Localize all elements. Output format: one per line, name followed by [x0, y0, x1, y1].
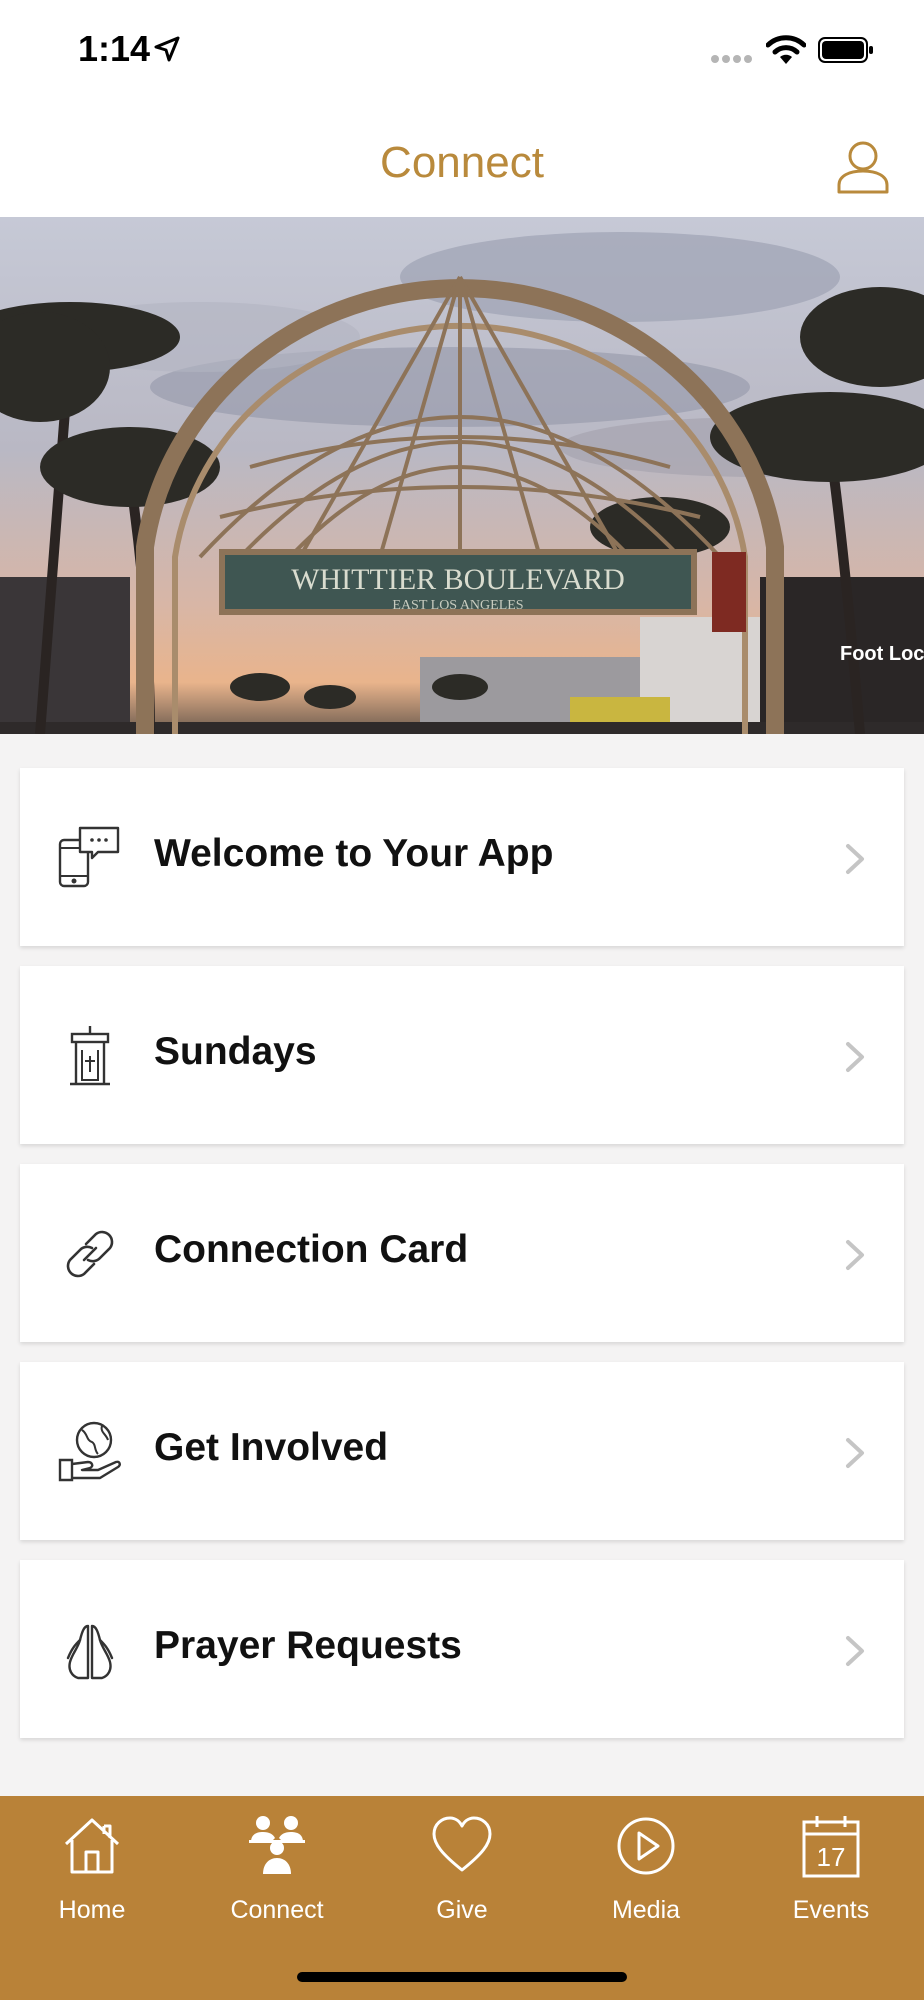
- menu-item-label: Connection Card: [154, 1228, 469, 1271]
- tab-label: Media: [611, 1896, 681, 1924]
- chevron-right-icon: [846, 1438, 864, 1468]
- chevron-right-icon: [846, 1636, 864, 1666]
- people-icon: [249, 1816, 305, 1874]
- home-icon: [64, 1818, 120, 1874]
- hero-sign-subtext: EAST LOS ANGELES: [392, 598, 523, 613]
- status-bar: 1:14: [0, 0, 924, 100]
- menu-item-label: Get Involved: [154, 1426, 389, 1469]
- pulpit-icon: [70, 1026, 110, 1086]
- tab-label: Home: [58, 1896, 126, 1924]
- menu-item-welcome[interactable]: Welcome to Your App: [20, 768, 904, 946]
- menu-item-label: Sundays: [154, 1030, 317, 1073]
- chevron-right-icon: [846, 1240, 864, 1270]
- page-title: Connect: [380, 138, 544, 187]
- heart-icon: [432, 1816, 492, 1872]
- location-arrow-icon: [154, 36, 180, 62]
- tab-label: Give: [436, 1896, 488, 1924]
- link-icon: [66, 1230, 114, 1278]
- menu-item-sundays[interactable]: Sundays: [20, 966, 904, 1144]
- chevron-right-icon: [846, 1042, 864, 1072]
- tab-home[interactable]: Home: [0, 1796, 184, 1936]
- tab-give[interactable]: Give: [370, 1796, 554, 1936]
- tab-label: Events: [792, 1896, 870, 1924]
- hero-image: WHITTIER BOULEVARD EAST LOS ANGELES Foot…: [0, 217, 924, 734]
- menu-item-connection-card[interactable]: Connection Card: [20, 1164, 904, 1342]
- praying-hands-icon: [66, 1624, 114, 1680]
- cellular-signal-icon: [711, 55, 752, 63]
- nav-header: Connect: [0, 100, 924, 217]
- hero-store-text: Foot Locke: [840, 643, 924, 665]
- phone-chat-icon: [58, 826, 120, 888]
- menu-item-label: Prayer Requests: [154, 1624, 462, 1667]
- menu-item-get-involved[interactable]: Get Involved: [20, 1362, 904, 1540]
- calendar-icon: 17: [802, 1816, 860, 1878]
- profile-icon[interactable]: [836, 138, 890, 194]
- calendar-day: 17: [817, 1842, 846, 1872]
- battery-icon: [818, 37, 873, 63]
- status-time: 1:14: [78, 28, 151, 69]
- tab-label: Connect: [230, 1896, 324, 1924]
- tab-connect[interactable]: Connect: [185, 1796, 369, 1936]
- hero-sign-text: WHITTIER BOULEVARD: [291, 563, 625, 596]
- tab-bar: Home Connect Give Media 17 Events: [0, 1796, 924, 2000]
- play-icon: [617, 1817, 675, 1875]
- home-indicator: [297, 1972, 627, 1982]
- menu-item-prayer-requests[interactable]: Prayer Requests: [20, 1560, 904, 1738]
- menu-item-label: Welcome to Your App: [154, 832, 554, 875]
- tab-events[interactable]: 17 Events: [739, 1796, 923, 1936]
- wifi-icon: [766, 35, 806, 64]
- tab-media[interactable]: Media: [554, 1796, 738, 1936]
- globe-hand-icon: [58, 1421, 121, 1482]
- chevron-right-icon: [846, 844, 864, 874]
